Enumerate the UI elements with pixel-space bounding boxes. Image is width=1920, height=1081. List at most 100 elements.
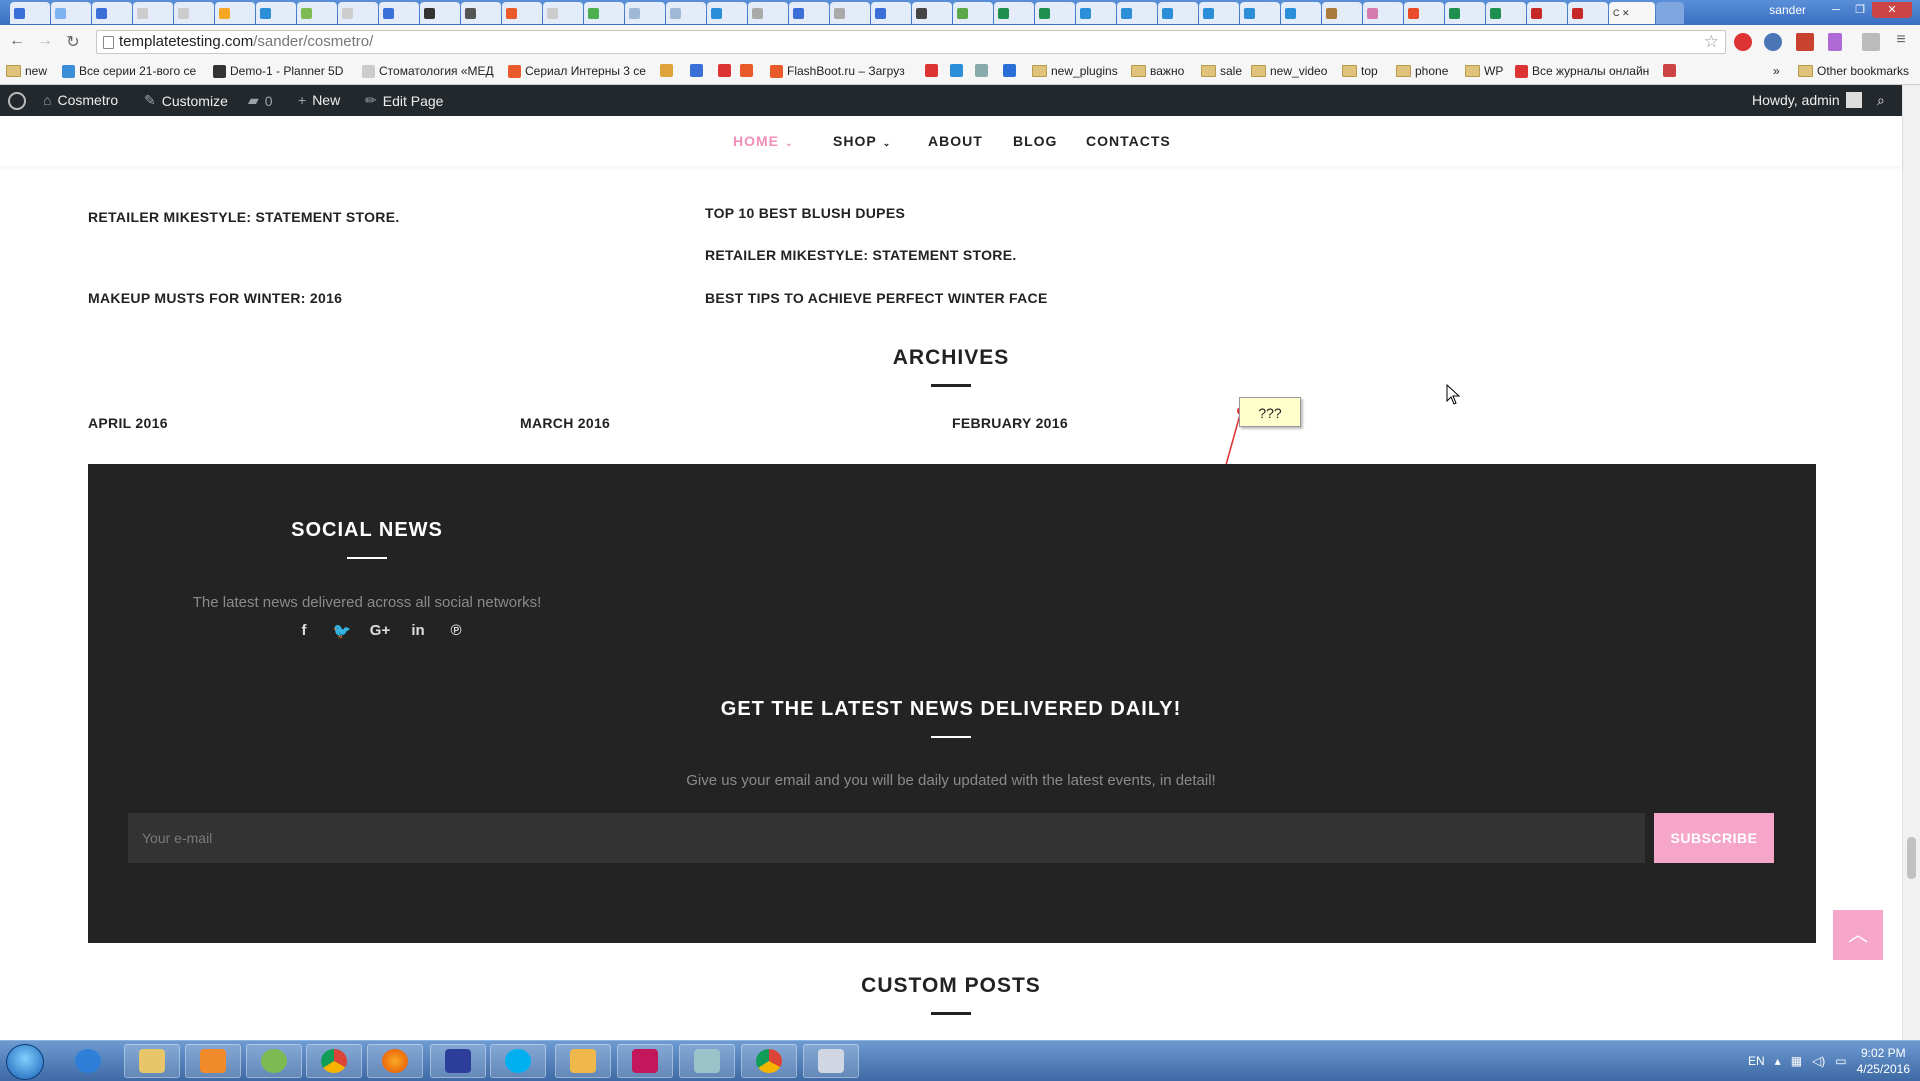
skype-taskbar-button[interactable]: [490, 1044, 546, 1078]
extension-globe-icon[interactable]: [1764, 33, 1782, 51]
nav-shop[interactable]: SHOP ⌄: [833, 133, 891, 149]
browser-tab[interactable]: [584, 2, 624, 24]
clock[interactable]: 9:02 PM 4/25/2016: [1857, 1045, 1910, 1077]
post-link[interactable]: TOP 10 BEST BLUSH DUPES: [705, 205, 905, 221]
browser-tab[interactable]: [1240, 2, 1280, 24]
linkedin-icon[interactable]: in: [399, 622, 437, 640]
search-icon[interactable]: ⌕: [1877, 92, 1885, 109]
network-icon[interactable]: ▦: [1791, 1054, 1802, 1068]
browser-tab[interactable]: [502, 2, 542, 24]
customize-link[interactable]: ✎ Customize: [144, 92, 228, 109]
notes-taskbar-button[interactable]: [679, 1044, 735, 1078]
browser-tab[interactable]: [379, 2, 419, 24]
bookmark-folder[interactable]: top: [1342, 64, 1378, 78]
browser-tab[interactable]: [994, 2, 1034, 24]
google-plus-icon[interactable]: G+: [361, 622, 399, 640]
power-icon[interactable]: ▭: [1835, 1054, 1846, 1068]
browser-tab[interactable]: [51, 2, 91, 24]
browser-tab[interactable]: [338, 2, 378, 24]
gmail-icon[interactable]: [1796, 33, 1814, 51]
browser-tab[interactable]: [174, 2, 214, 24]
nav-contacts[interactable]: CONTACTS: [1086, 133, 1171, 149]
archive-link-march[interactable]: MARCH 2016: [520, 415, 610, 431]
subscribe-button[interactable]: SUBSCRIBE: [1654, 813, 1774, 863]
photos-taskbar-button[interactable]: [555, 1044, 611, 1078]
firefox-taskbar-button[interactable]: [367, 1044, 423, 1078]
browser-tab[interactable]: [666, 2, 706, 24]
browser-tab[interactable]: [953, 2, 993, 24]
reload-icon[interactable]: ↻: [62, 32, 84, 52]
bookmark-folder[interactable]: new_plugins: [1032, 64, 1118, 78]
post-link[interactable]: MAKEUP MUSTS FOR WINTER: 2016: [88, 290, 342, 306]
comments-link[interactable]: ▰ 0: [248, 92, 273, 109]
account-menu[interactable]: Howdy, admin: [1752, 92, 1862, 108]
facebook-icon[interactable]: f: [285, 622, 323, 640]
browser-tab[interactable]: [1035, 2, 1075, 24]
browser-tab[interactable]: [215, 2, 255, 24]
bookmark-folder[interactable]: важно: [1131, 64, 1184, 78]
browser-tab[interactable]: [543, 2, 583, 24]
edit-page-link[interactable]: ✏ Edit Page: [365, 92, 443, 109]
bookmark-folder[interactable]: new_video: [1251, 64, 1327, 78]
browser-tab[interactable]: [871, 2, 911, 24]
bookmark-link[interactable]: Demo-1 - Planner 5D: [213, 64, 343, 78]
bookmarks-more-button[interactable]: »: [1773, 64, 1780, 78]
bookmark-star-icon[interactable]: ☆: [1704, 31, 1719, 53]
browser-tab[interactable]: [1281, 2, 1321, 24]
browser-tab[interactable]: [256, 2, 296, 24]
twitter-icon[interactable]: 🐦: [323, 622, 361, 640]
archive-link-april[interactable]: APRIL 2016: [88, 415, 168, 431]
browser-tab[interactable]: [748, 2, 788, 24]
bookmark-icon-only[interactable]: [1663, 64, 1676, 77]
new-tab-button[interactable]: [1656, 2, 1684, 24]
bookmark-link[interactable]: Стоматология «МЕД: [362, 64, 494, 78]
browser-tab[interactable]: [1527, 2, 1567, 24]
language-indicator[interactable]: EN: [1748, 1054, 1765, 1068]
email-field[interactable]: [128, 813, 1645, 863]
bookmark-icon-only[interactable]: [740, 64, 753, 77]
browser-tab[interactable]: [1445, 2, 1485, 24]
nav-blog[interactable]: BLOG: [1013, 133, 1057, 149]
scroll-to-top-button[interactable]: ︿: [1833, 910, 1883, 960]
browser-tab[interactable]: [1158, 2, 1198, 24]
page-scrollbar[interactable]: [1902, 85, 1920, 1041]
pen-extension-icon[interactable]: [1828, 33, 1842, 51]
wordpress-logo-icon[interactable]: [8, 92, 26, 110]
media-taskbar-button[interactable]: [185, 1044, 241, 1078]
cast-icon[interactable]: [1862, 33, 1880, 51]
bookmark-folder[interactable]: new: [6, 64, 47, 78]
close-window-button[interactable]: ✕: [1872, 2, 1912, 18]
archive-link-february[interactable]: FEBRUARY 2016: [952, 415, 1068, 431]
bookmark-icon-only[interactable]: [660, 64, 673, 77]
save-app-taskbar-button[interactable]: [430, 1044, 486, 1078]
bookmark-icon-only[interactable]: [950, 64, 963, 77]
post-link[interactable]: BEST TIPS TO ACHIEVE PERFECT WINTER FACE: [705, 290, 1048, 306]
browser-tab[interactable]: [461, 2, 501, 24]
admin-site-link[interactable]: ⌂ Cosmetro: [43, 92, 118, 108]
nav-about[interactable]: ABOUT: [928, 133, 983, 149]
bookmark-icon-only[interactable]: [975, 64, 988, 77]
browser-tab[interactable]: [92, 2, 132, 24]
browser-tab[interactable]: [1117, 2, 1157, 24]
minimize-button[interactable]: ─: [1824, 2, 1848, 18]
browser-tab[interactable]: [133, 2, 173, 24]
bookmark-link[interactable]: Все журналы онлайн: [1515, 64, 1649, 78]
active-browser-tab[interactable]: C ✕: [1609, 2, 1655, 24]
browser-tab[interactable]: [912, 2, 952, 24]
chrome-menu-icon[interactable]: ≡: [1890, 31, 1912, 49]
post-link[interactable]: RETAILER MIKESTYLE: STATEMENT STORE.: [705, 247, 1017, 263]
browser-tab[interactable]: [1076, 2, 1116, 24]
bookmark-folder[interactable]: sale: [1201, 64, 1242, 78]
post-link[interactable]: RETAILER MIKESTYLE: STATEMENT STORE.: [88, 209, 400, 225]
bookmark-icon-only[interactable]: [925, 64, 938, 77]
browser-tab[interactable]: [297, 2, 337, 24]
bookmark-icon-only[interactable]: [718, 64, 731, 77]
browser-tab[interactable]: [625, 2, 665, 24]
ie-taskbar-button[interactable]: [62, 1044, 114, 1078]
browser-tab[interactable]: [1486, 2, 1526, 24]
new-content-link[interactable]: + New: [298, 92, 340, 108]
bookmark-folder[interactable]: phone: [1396, 64, 1448, 78]
chrome-taskbar-button[interactable]: [306, 1044, 362, 1078]
app-taskbar-button[interactable]: [246, 1044, 302, 1078]
pinterest-icon[interactable]: ℗: [437, 622, 475, 640]
